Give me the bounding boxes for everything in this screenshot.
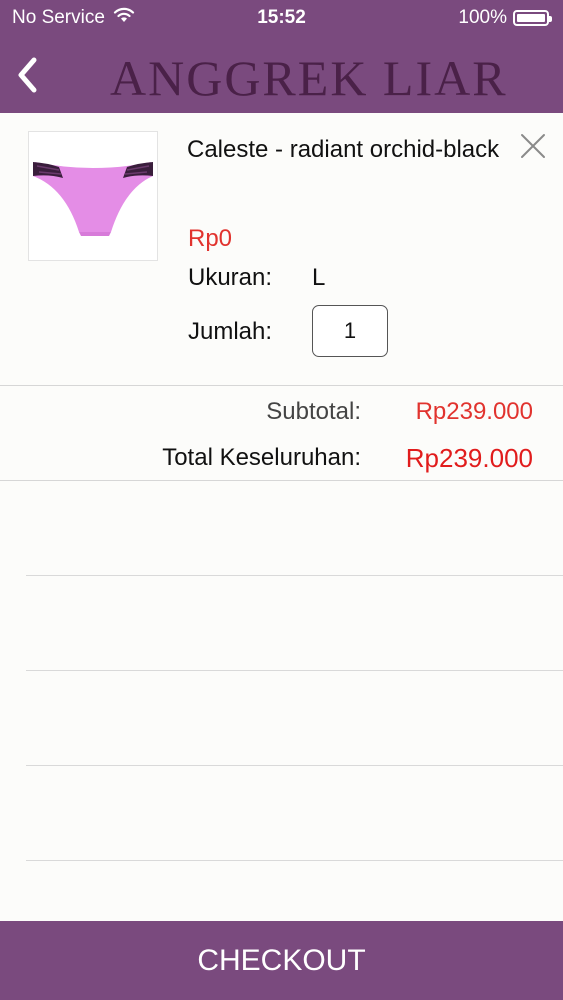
- empty-row-divider: [26, 765, 563, 766]
- subtotal-value: Rp239.000: [415, 398, 533, 425]
- status-bar: No Service 15:52 100%: [0, 0, 563, 38]
- size-value: L: [312, 264, 326, 291]
- checkout-label: CHECKOUT: [197, 943, 366, 977]
- total-value: Rp239.000: [405, 443, 533, 473]
- total-label: Total Keseluruhan:: [162, 444, 361, 471]
- remove-item-button[interactable]: [518, 131, 548, 161]
- status-right: 100%: [458, 7, 552, 29]
- battery-level: [517, 14, 545, 22]
- chevron-left-icon: [18, 57, 37, 93]
- quantity-input[interactable]: 1: [312, 305, 388, 357]
- nav-bar: ANGGREK LIAR: [0, 38, 563, 113]
- checkout-button[interactable]: CHECKOUT: [0, 921, 563, 1000]
- battery-text: 100%: [458, 7, 507, 28]
- subtotal-label: Subtotal:: [266, 398, 361, 425]
- battery-icon: [513, 10, 552, 26]
- back-button[interactable]: [8, 50, 48, 100]
- product-name[interactable]: Caleste - radiant orchid-black: [187, 133, 507, 166]
- empty-row-divider: [26, 860, 563, 861]
- cart-item: Caleste - radiant orchid-black Rp0 Ukura…: [0, 113, 563, 386]
- order-summary: Subtotal: Rp239.000 Total Keseluruhan: R…: [0, 385, 563, 481]
- empty-row-divider: [26, 670, 563, 671]
- close-icon: [521, 134, 545, 158]
- item-price: Rp0: [188, 225, 233, 252]
- product-image[interactable]: [28, 131, 158, 261]
- empty-row-divider: [26, 575, 563, 576]
- quantity-label: Jumlah:: [188, 318, 273, 345]
- size-label: Ukuran:: [188, 264, 273, 291]
- brand-logo: ANGGREK LIAR: [110, 50, 508, 106]
- app-header: No Service 15:52 100% ANGGREK LIAR: [0, 0, 563, 113]
